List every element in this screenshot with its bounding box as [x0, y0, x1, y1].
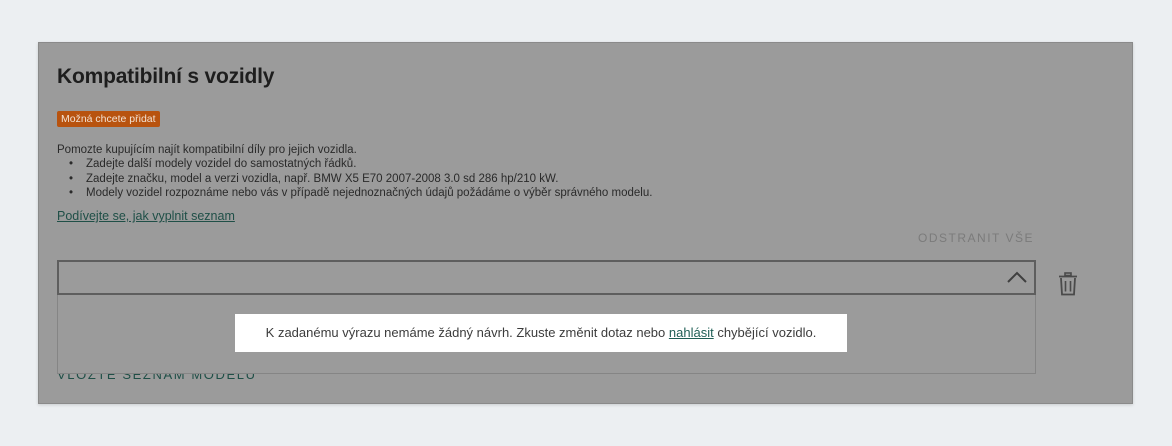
report-vehicle-link[interactable]: nahlásit [669, 325, 714, 340]
notice-text-after: chybějící vozidlo. [713, 325, 817, 340]
no-suggestions-notice: K zadanému výrazu nemáme žádný návrh. Zk… [235, 314, 847, 352]
bullet-dot: • [69, 172, 74, 185]
notice-text-before: K zadanému výrazu nemáme žádný návrh. Zk… [265, 325, 669, 340]
chevron-up-icon[interactable] [1006, 267, 1028, 287]
instruction-text: Zadejte další modely vozidel do samostat… [86, 158, 357, 170]
intro-text: Pomozte kupujícím najít kompatibilní díl… [57, 144, 357, 156]
howto-link[interactable]: Podívejte se, jak vyplnit seznam [57, 209, 235, 223]
vehicle-search-input[interactable] [59, 262, 1019, 293]
instruction-item: • Modely vozidel rozpoznáme nebo vás v p… [57, 186, 652, 201]
instruction-list: • Zadejte další modely vozidel do samost… [57, 157, 652, 201]
remove-all-button[interactable]: ODSTRANIT VŠE [918, 231, 1034, 245]
trash-icon[interactable] [1058, 272, 1078, 296]
suggestion-badge: Možná chcete přidat [57, 111, 160, 127]
instruction-text: Modely vozidel rozpoznáme nebo vás v pří… [86, 187, 653, 199]
vehicle-search-field[interactable] [57, 260, 1036, 295]
section-title: Kompatibilní s vozidly [57, 65, 275, 88]
bullet-dot: • [69, 158, 74, 170]
bullet-dot: • [69, 187, 74, 199]
instruction-item: • Zadejte značku, model a verzi vozidla,… [57, 172, 652, 187]
instruction-text: Zadejte značku, model a verzi vozidla, n… [86, 172, 559, 185]
instruction-item: • Zadejte další modely vozidel do samost… [57, 157, 652, 172]
